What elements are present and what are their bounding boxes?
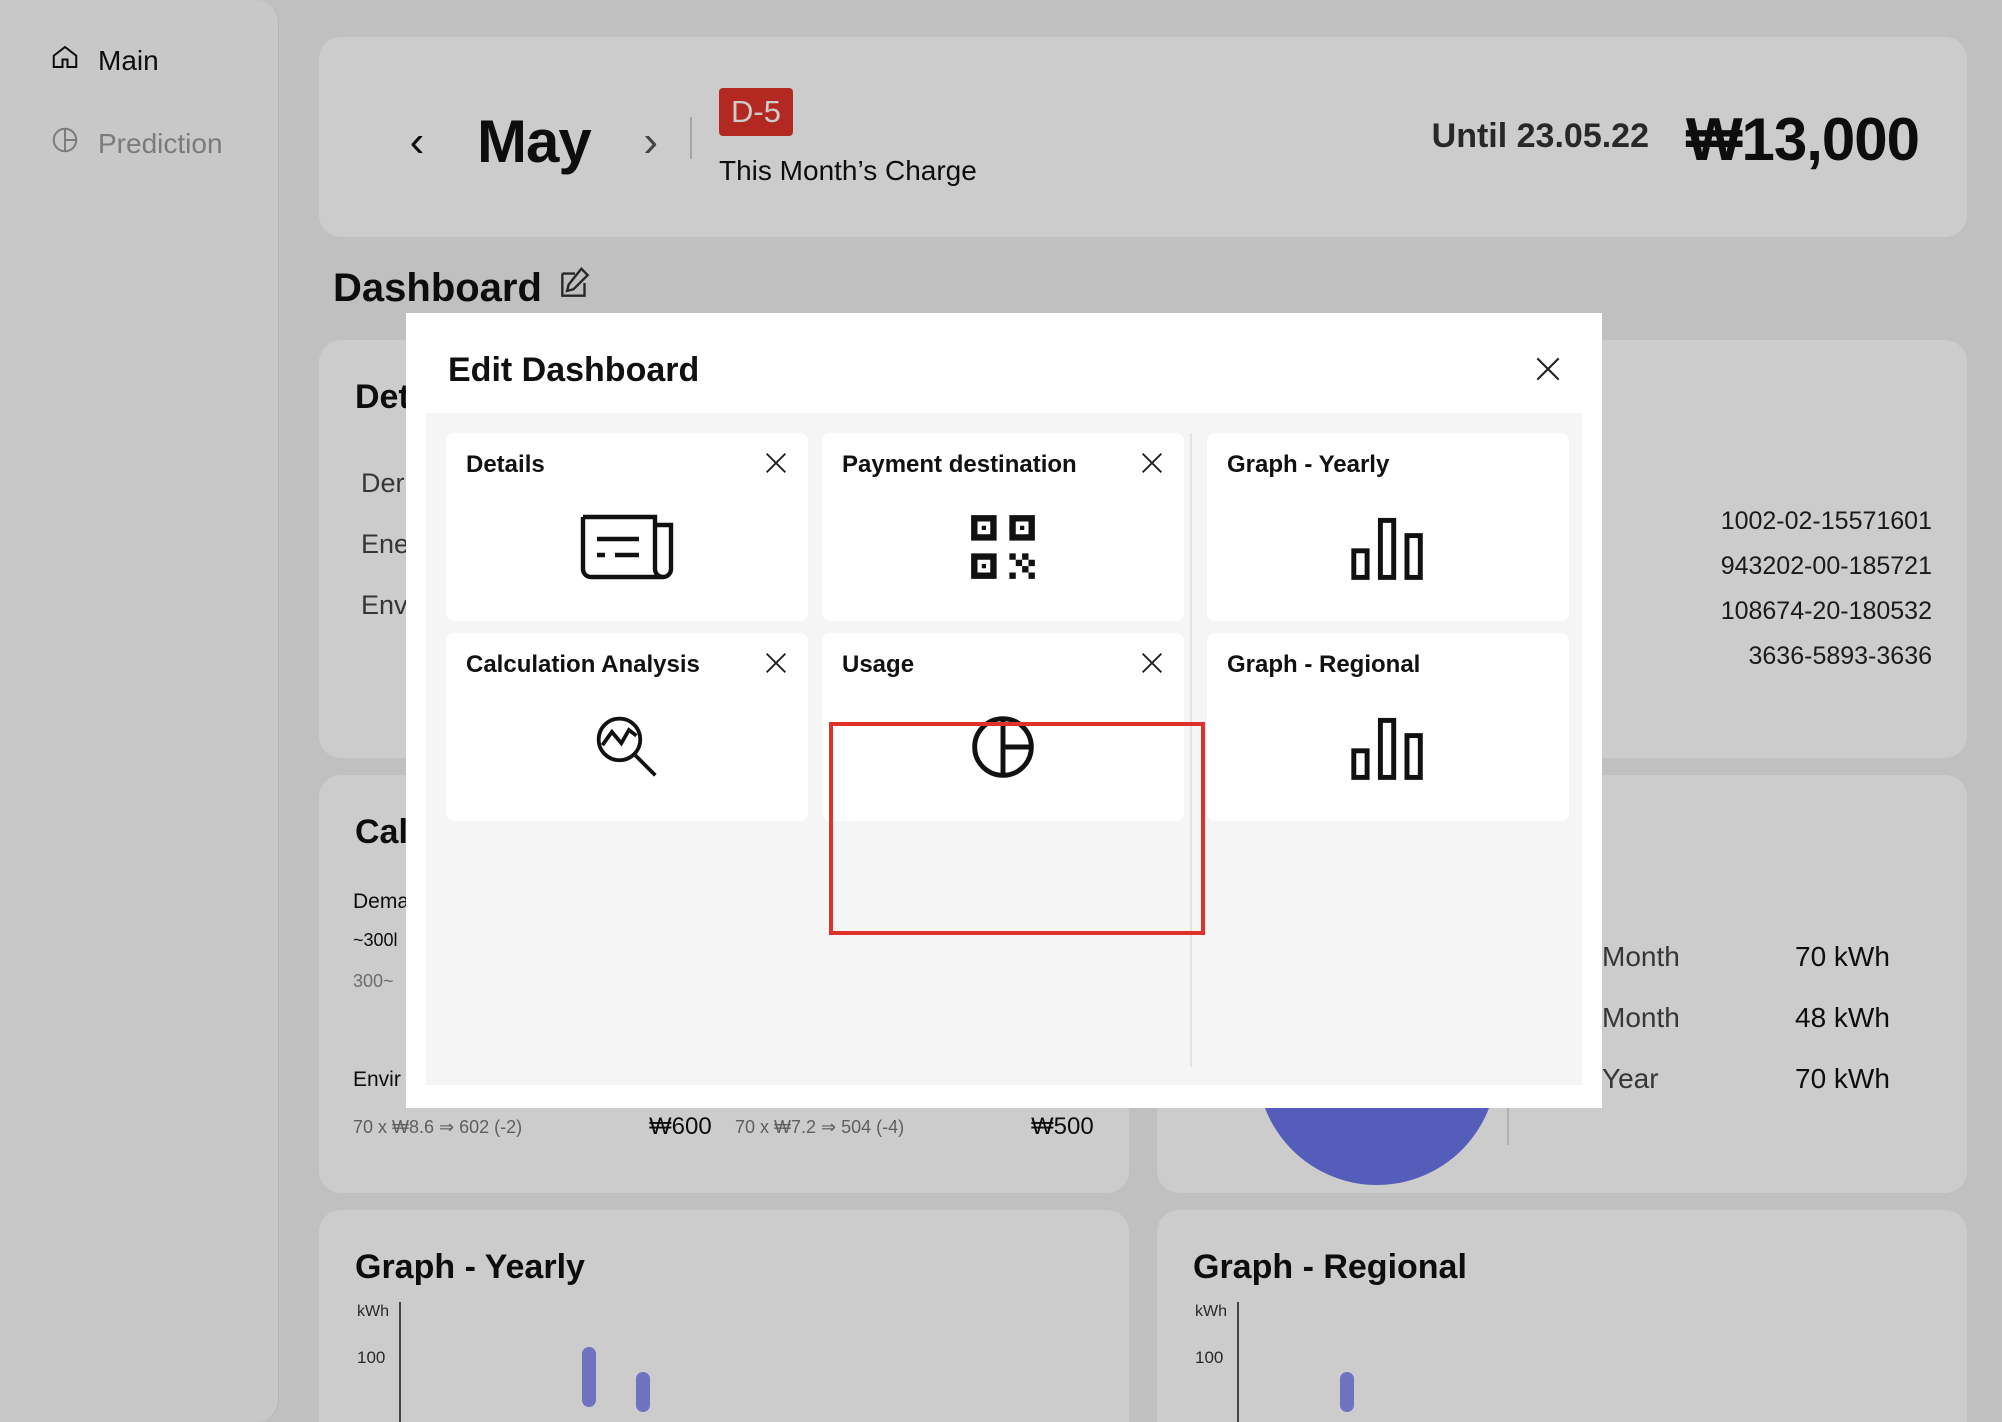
widget-graph-yearly[interactable]: Graph - Yearly (1207, 433, 1569, 621)
widget-title: Payment destination (842, 451, 1077, 478)
selected-widget-highlight (829, 722, 1205, 935)
widget-title: Calculation Analysis (466, 651, 700, 678)
widget-board: Details Payment destination Graph - Year… (426, 413, 1582, 1085)
widget-title: Usage (842, 651, 915, 678)
widget-graph-regional[interactable]: Graph - Regional (1207, 633, 1569, 821)
close-icon[interactable] (1532, 353, 1564, 385)
bar-chart-icon (1340, 709, 1436, 785)
qr-code-icon (955, 509, 1051, 585)
receipt-icon (579, 509, 675, 585)
modal-title: Edit Dashboard (448, 351, 700, 389)
magnifier-chart-icon (579, 709, 675, 785)
widget-calculation-analysis[interactable]: Calculation Analysis (446, 633, 808, 821)
widget-title: Details (466, 451, 545, 478)
widget-payment-destination[interactable]: Payment destination (822, 433, 1184, 621)
remove-widget-close-icon[interactable] (762, 449, 790, 477)
bar-chart-icon (1340, 509, 1436, 585)
remove-widget-close-icon[interactable] (1138, 449, 1166, 477)
widget-details[interactable]: Details (446, 433, 808, 621)
edit-dashboard-modal: Edit Dashboard Details Payment destinati… (406, 313, 1602, 1108)
widget-title: Graph - Yearly (1227, 451, 1390, 478)
remove-widget-close-icon[interactable] (762, 649, 790, 677)
remove-widget-close-icon[interactable] (1138, 649, 1166, 677)
widget-title: Graph - Regional (1227, 651, 1421, 678)
